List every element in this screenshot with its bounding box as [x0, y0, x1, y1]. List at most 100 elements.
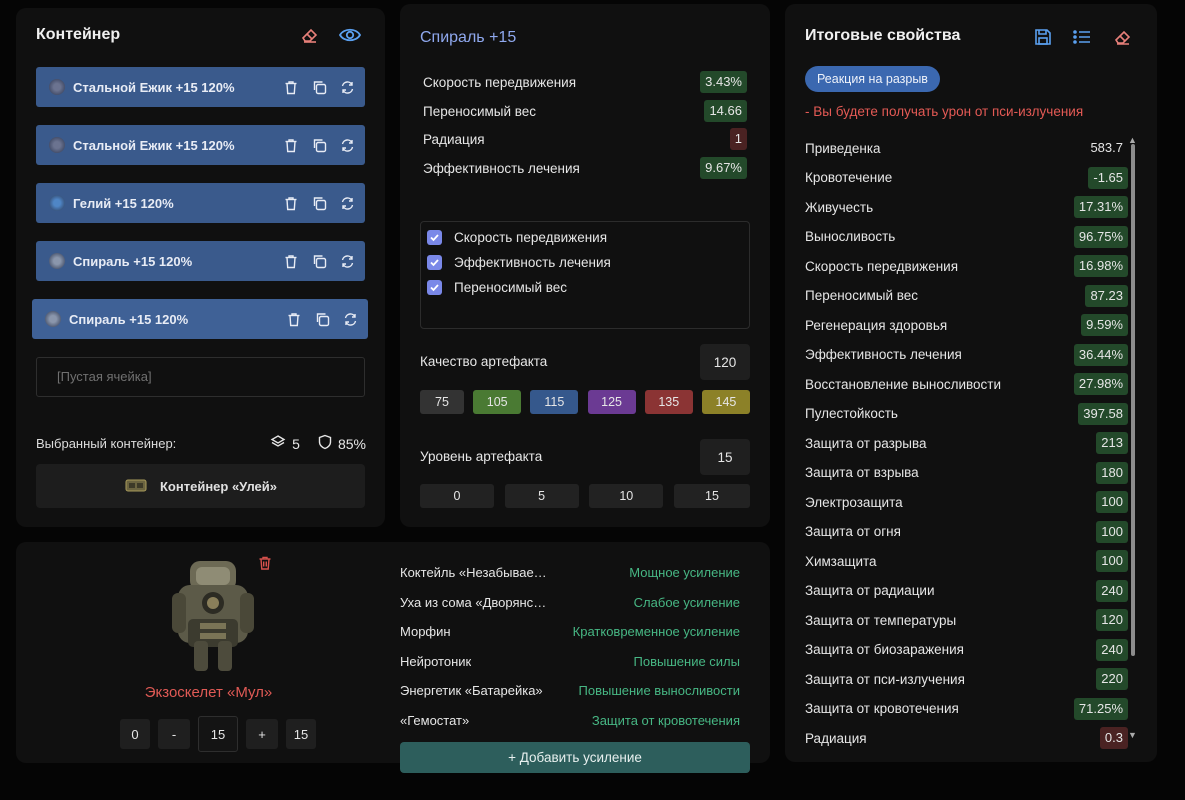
level-preset-button[interactable]: 15: [673, 484, 750, 508]
refresh-icon[interactable]: [342, 311, 358, 327]
quality-preset-button[interactable]: 105: [473, 390, 522, 414]
quality-preset-button[interactable]: 135: [644, 390, 693, 414]
save-icon[interactable]: [1031, 25, 1055, 49]
boost-effect: Кратковременное усиление: [572, 623, 740, 639]
armor-level-min-button[interactable]: 0: [120, 719, 150, 749]
copy-icon[interactable]: [311, 195, 327, 211]
trash-icon[interactable]: [283, 195, 299, 211]
checkbox-label: Эффективность лечения: [454, 255, 611, 270]
scroll-down-icon[interactable]: ▼: [1128, 730, 1137, 740]
boost-row[interactable]: Нейротоник Повышение силы: [400, 651, 740, 671]
boost-row[interactable]: Уха из сома «Дворянская» Слабое усиление: [400, 592, 740, 612]
summary-stat-row: Кровотечение -1.65: [805, 166, 1128, 190]
eye-icon[interactable]: [338, 23, 362, 47]
prop-value: 3.43%: [700, 71, 747, 93]
copy-icon[interactable]: [314, 311, 330, 327]
stat-name: Кровотечение: [805, 170, 893, 185]
artifact-prop-row: Эффективность лечения 9.67%: [423, 157, 747, 179]
quality-preset-button[interactable]: 145: [701, 390, 750, 414]
trash-icon[interactable]: [253, 551, 277, 575]
refresh-icon[interactable]: [339, 137, 355, 153]
prop-name: Эффективность лечения: [423, 160, 580, 176]
level-input[interactable]: 15: [700, 439, 750, 475]
container-select-button[interactable]: Контейнер «Улей»: [36, 464, 365, 508]
eraser-icon[interactable]: [1111, 25, 1135, 49]
summary-panel: Итоговые свойства Реакция на разрыв - Вы…: [785, 4, 1157, 762]
armor-level-plus-button[interactable]: +: [246, 719, 278, 749]
eraser-icon[interactable]: [298, 23, 322, 47]
stat-value: 71.25%: [1073, 697, 1128, 720]
copy-icon[interactable]: [311, 253, 327, 269]
trash-icon[interactable]: [283, 253, 299, 269]
armor-level-minus-button[interactable]: -: [158, 719, 190, 749]
container-slot[interactable]: Спираль +15 120%: [32, 299, 368, 339]
stat-value: 16.98%: [1073, 255, 1128, 277]
boost-name: Нейротоник: [400, 653, 472, 669]
trash-icon[interactable]: [283, 137, 299, 153]
stat-value: 240: [1096, 579, 1128, 602]
armor-level-input[interactable]: 15: [198, 716, 238, 752]
stat-value: 213: [1096, 432, 1128, 454]
trash-icon[interactable]: [286, 311, 302, 327]
quality-preset-button[interactable]: 75: [420, 390, 464, 414]
quality-preset-button[interactable]: 115: [530, 390, 579, 414]
checkbox-checked-icon[interactable]: [427, 280, 442, 295]
refresh-icon[interactable]: [339, 79, 355, 95]
stat-value: 220: [1096, 668, 1128, 690]
copy-icon[interactable]: [311, 137, 327, 153]
summary-stat-row: Восстановление выносливости 27.98%: [805, 372, 1128, 396]
boost-row[interactable]: Коктейль «Незабываемый» Мощное усиление: [400, 562, 740, 582]
stat-name: Защита от разрыва: [805, 435, 927, 451]
boost-effect: Мощное усиление: [629, 564, 740, 580]
boost-row[interactable]: Энергетик «Батарейка» Повышение выносливо…: [400, 680, 740, 700]
quality-input[interactable]: 120: [700, 344, 750, 380]
container-slot[interactable]: Спираль +15 120%: [36, 241, 365, 281]
boost-name: Морфин: [400, 623, 451, 639]
artifact-icon: [49, 195, 65, 211]
scrollbar[interactable]: [1131, 144, 1135, 656]
artifact-prop-row: Переносимый вес 14.66: [423, 100, 747, 122]
empty-slot[interactable]: [Пустая ячейка]: [36, 357, 365, 397]
stat-name: Восстановление выносливости: [805, 376, 1002, 392]
level-preset-button[interactable]: 5: [504, 484, 579, 508]
slot-label: Гелий +15 120%: [73, 195, 174, 211]
slot-label: Стальной Ежик +15 120%: [73, 79, 235, 95]
property-checkbox[interactable]: Эффективность лечения: [427, 255, 611, 270]
level-preset-button[interactable]: 10: [589, 484, 664, 508]
checkbox-checked-icon[interactable]: [427, 230, 442, 245]
armor-level-max-button[interactable]: 15: [286, 719, 316, 749]
property-checkbox[interactable]: Переносимый вес: [427, 280, 567, 295]
copy-icon[interactable]: [311, 79, 327, 95]
slot-actions: [283, 79, 355, 95]
quality-label: Качество артефакта: [420, 354, 548, 369]
armor-image[interactable]: [164, 555, 262, 673]
property-checkbox[interactable]: Скорость передвижения: [427, 230, 607, 245]
refresh-icon[interactable]: [339, 253, 355, 269]
prop-value: 14.66: [704, 100, 747, 122]
prop-name: Радиация: [423, 131, 485, 147]
summary-stat-row: Эффективность лечения 36.44%: [805, 343, 1128, 367]
boost-row[interactable]: Морфин Кратковременное усиление: [400, 621, 740, 641]
slot-label: Стальной Ежик +15 120%: [73, 137, 235, 153]
boost-row[interactable]: «Гемостат» Защита от кровотечения: [400, 710, 740, 730]
summary-stat-row: Защита от огня 100: [805, 520, 1128, 544]
stat-value: 96.75%: [1073, 225, 1128, 248]
refresh-icon[interactable]: [339, 195, 355, 211]
boost-name: «Гемостат»: [400, 712, 470, 728]
prop-value: 1: [729, 128, 747, 150]
stat-value: 180: [1096, 461, 1128, 484]
list-icon[interactable]: [1070, 25, 1094, 49]
quality-preset-button[interactable]: 125: [587, 390, 636, 414]
summary-stat-row: Пулестойкость 397.58: [805, 402, 1128, 426]
stat-value: 0.3: [1099, 727, 1128, 749]
container-slot[interactable]: Гелий +15 120%: [36, 183, 365, 223]
level-preset-button[interactable]: 0: [420, 484, 494, 508]
trash-icon[interactable]: [283, 79, 299, 95]
add-boost-button[interactable]: + Добавить усиление: [400, 742, 750, 773]
container-slot[interactable]: Стальной Ежик +15 120%: [36, 67, 365, 107]
stat-name: Приведенка: [805, 140, 881, 156]
checkbox-checked-icon[interactable]: [427, 255, 442, 270]
container-slot[interactable]: Стальной Ежик +15 120%: [36, 125, 365, 165]
stat-name: Выносливость: [805, 229, 896, 244]
summary-stat-row: Выносливость 96.75%: [805, 225, 1128, 249]
